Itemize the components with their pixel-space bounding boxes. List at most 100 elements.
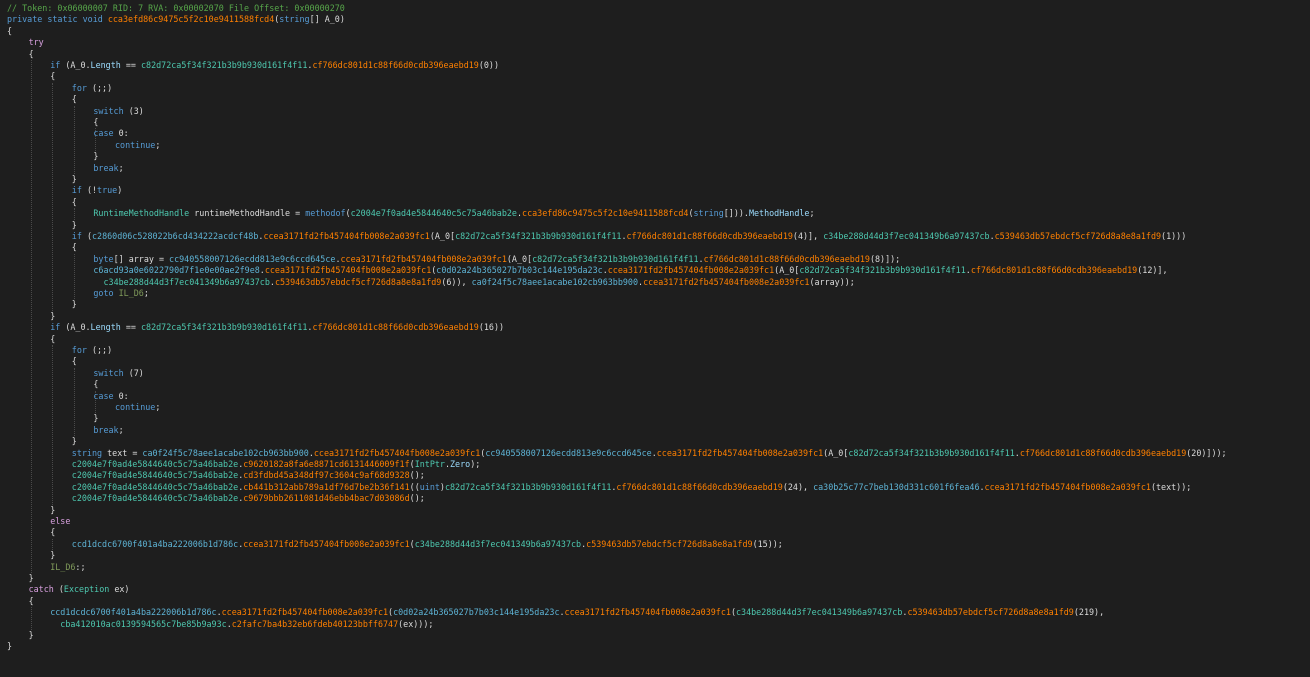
code-token: } xyxy=(50,310,56,321)
code-line: else xyxy=(50,516,70,527)
code-token: (20)])); xyxy=(1186,447,1227,458)
code-line: { xyxy=(93,117,98,128)
code-token: continue xyxy=(115,402,156,412)
code-token: c9620182a8fa6e8871cd6131446009f1f xyxy=(243,459,410,469)
code-token: ccea3171fd2fb457404fb008e2a039fc1 xyxy=(264,265,432,276)
code-token: } xyxy=(28,630,34,640)
code-token: MethodHandle xyxy=(748,208,810,219)
code-token: string xyxy=(71,447,103,458)
code-line: IL_D6:; xyxy=(50,562,85,573)
code-editor[interactable]: // Token: 0x06000007 RID: 7 RVA: 0x00002… xyxy=(0,0,1310,677)
code-token: cba412010ac0139594565c7be85b9a93c xyxy=(60,618,227,629)
code-line: for (;;) xyxy=(72,345,112,356)
code-token: ; xyxy=(155,402,161,412)
code-token: } xyxy=(93,151,99,162)
code-token: ccea3171fd2fb457404fb008e2a039fc1 xyxy=(313,447,481,458)
indent-guide xyxy=(73,105,75,174)
code-token: (A_0[ xyxy=(429,231,456,241)
code-token: true xyxy=(97,185,118,196)
code-token: Length xyxy=(90,322,121,333)
code-token: ccea3171fd2fb457404fb008e2a039fc1 xyxy=(564,607,731,618)
code-token: c6acd93a0e6022790d7f1e0e00ae2f9e8 xyxy=(93,265,260,276)
indent-guide xyxy=(73,367,75,437)
code-token: continue xyxy=(115,139,156,150)
code-token: c82d72ca5f34f321b3b9b930d161f4f11 xyxy=(799,265,966,276)
code-token: ccea3171fd2fb457404fb008e2a039fc1 xyxy=(263,231,430,241)
code-token: (A_0. xyxy=(65,322,91,333)
code-token: { xyxy=(50,333,56,344)
code-line: private static void cca3efd86c9475c5f2c1… xyxy=(7,14,345,25)
code-line: if (c2860d06c528022b6cd434222acdcf48b.cc… xyxy=(72,231,1186,242)
code-line: if (A_0.Length == c82d72ca5f34f321b3b9b9… xyxy=(50,322,504,333)
code-line: catch (Exception ex) xyxy=(29,584,130,595)
code-token: runtimeMethodHandle = xyxy=(189,208,306,219)
code-token: else xyxy=(50,516,71,526)
code-token: (); xyxy=(409,470,425,481)
code-token: cf766dc801d1c88f66d0cdb396eaebd19 xyxy=(312,60,479,70)
code-token: switch xyxy=(93,105,129,116)
code-token: (16)) xyxy=(478,322,505,333)
code-line: if (A_0.Length == c82d72ca5f34f321b3b9b9… xyxy=(50,60,499,71)
code-token: { xyxy=(71,196,77,207)
code-token: { xyxy=(71,94,77,105)
code-token: [])). xyxy=(723,208,749,219)
code-token: ; xyxy=(155,139,161,150)
code-line: } xyxy=(50,311,55,322)
code-token: if xyxy=(50,60,66,70)
code-token: ccea3171fd2fb457404fb008e2a039fc1 xyxy=(221,607,389,618)
code-line: break; xyxy=(93,425,123,436)
code-token: (24), xyxy=(782,481,814,492)
code-line: { xyxy=(72,94,77,105)
code-line: c2004e7f0ad4e5844640c5c75a46bab2e.cb441b… xyxy=(72,482,1192,493)
code-line: { xyxy=(50,71,55,82)
code-line: string text = ca0f24f5c78aee1acabe102cb9… xyxy=(72,448,1227,459)
code-token: cb441b312abb789a1df76d7be2b36f141 xyxy=(243,481,410,492)
code-token: ; xyxy=(143,288,149,298)
code-line: } xyxy=(72,299,77,310)
code-token: [] A_0) xyxy=(309,14,345,25)
code-token: cf766dc801d1c88f66d0cdb396eaebd19 xyxy=(970,265,1138,276)
code-token: ; xyxy=(118,424,124,435)
code-token: (A_0[ xyxy=(774,265,800,276)
code-token: 0: xyxy=(118,390,129,401)
code-token: { xyxy=(71,356,77,367)
code-token: c2860d06c528022b6cd434222acdcf48b xyxy=(91,231,259,241)
code-token: case xyxy=(93,390,119,401)
code-line: { xyxy=(72,356,77,367)
code-line: byte[] array = cc940558007126ecdd813e9c6… xyxy=(93,254,900,265)
code-token: ; xyxy=(809,208,815,219)
code-token: ca30b25c77c7beb130d331c601f6fea46 xyxy=(813,481,980,492)
code-token: c34be288d44d3f7ec041349b6a97437cb xyxy=(736,607,903,618)
code-line: { xyxy=(29,49,34,60)
code-token: c34be288d44d3f7ec041349b6a97437cb xyxy=(823,231,990,241)
code-token: (4)], xyxy=(792,231,824,241)
code-token: text = xyxy=(102,447,143,458)
code-token: c2004e7f0ad4e5844640c5c75a46bab2e xyxy=(71,481,239,492)
code-token: if xyxy=(71,185,87,196)
code-line: } xyxy=(72,436,77,447)
code-token: cc940558007126ecdd813e9c6ccd645ce xyxy=(485,447,652,458)
code-token: goto xyxy=(93,288,119,298)
code-line: cba412010ac0139594565c7be85b9a93c.c2fafc… xyxy=(50,619,433,630)
code-token: } xyxy=(71,299,77,310)
code-token: ex) xyxy=(109,584,130,595)
code-token: cf766dc801d1c88f66d0cdb396eaebd19 xyxy=(626,231,793,241)
code-token: ccea3171fd2fb457404fb008e2a039fc1 xyxy=(243,538,410,549)
code-token: c539463db57ebdcf5cf726d8a8e8a1fd9 xyxy=(274,276,442,287)
code-token: } xyxy=(50,550,56,561)
code-token: ccd1dcdc6700f401a4ba222006b1d786c xyxy=(50,607,217,618)
code-token: uint xyxy=(419,481,440,492)
code-token: case xyxy=(93,128,119,139)
code-token: (1))) xyxy=(1161,231,1187,241)
indent-guide xyxy=(52,538,54,551)
code-token: string xyxy=(279,14,310,25)
code-line: c2004e7f0ad4e5844640c5c75a46bab2e.c9679b… xyxy=(72,493,425,504)
code-token: ) xyxy=(117,185,123,196)
code-token: { xyxy=(7,25,13,36)
code-token: { xyxy=(28,48,34,59)
code-token: for xyxy=(71,82,92,93)
code-line: c34be288d44d3f7ec041349b6a97437cb.c53946… xyxy=(93,277,854,288)
code-token: { xyxy=(50,527,56,538)
code-token: cd3fdbd45a348df97c3604c9af68d9328 xyxy=(243,470,410,481)
code-token: byte xyxy=(93,253,114,264)
